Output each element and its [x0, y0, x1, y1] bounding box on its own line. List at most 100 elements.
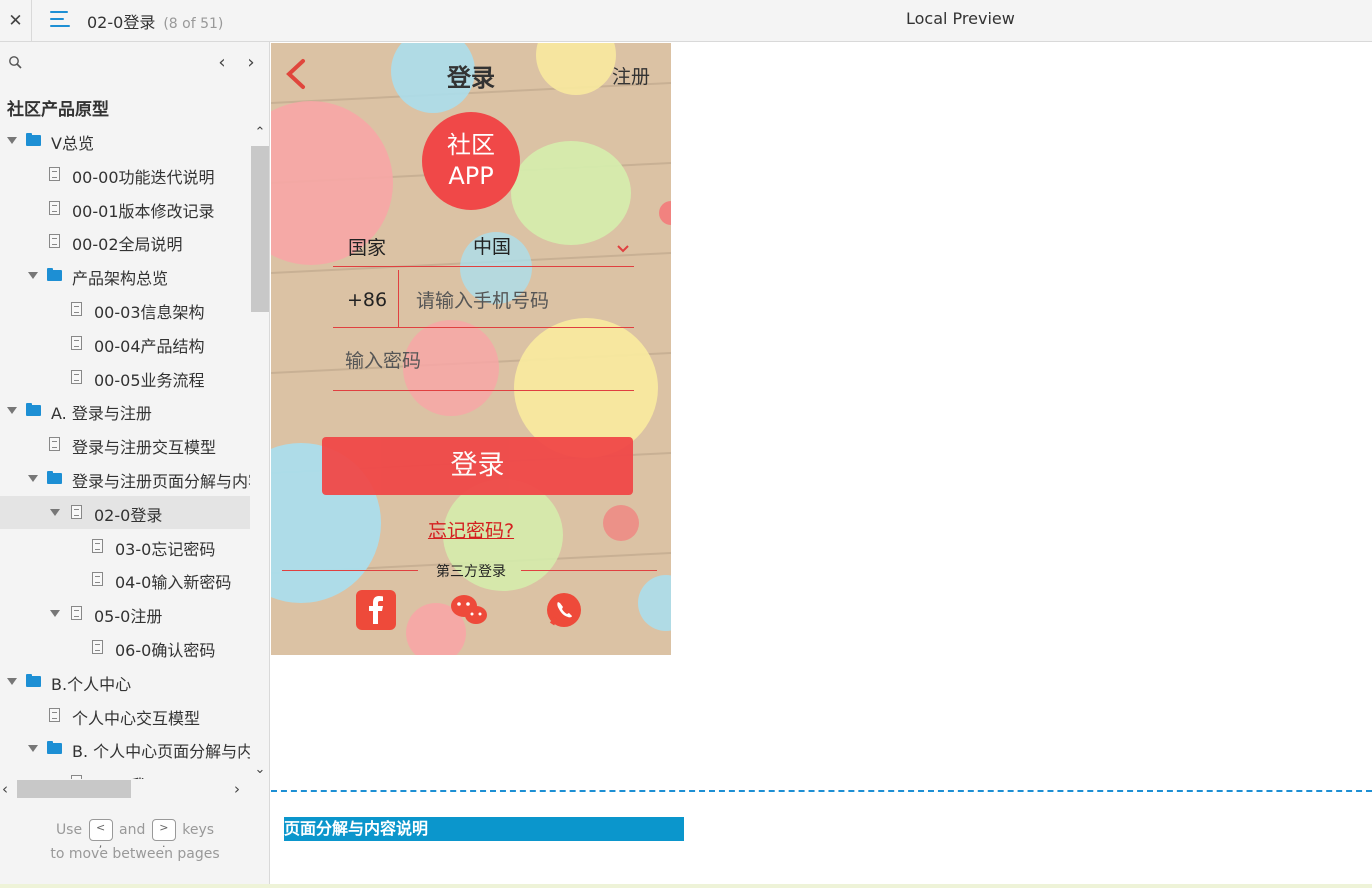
folder-icon [47, 471, 62, 484]
tree-page[interactable]: 00-01版本修改记录 [0, 192, 250, 225]
tree-page[interactable]: 00-04产品结构 [0, 327, 250, 360]
tree-page[interactable]: 00-05业务流程 [0, 361, 250, 394]
page-icon [71, 606, 82, 621]
tree-folder[interactable]: 产品架构总览 [0, 259, 250, 292]
tree-page[interactable]: 05-0注册 [0, 597, 250, 630]
expand-arrow-icon[interactable] [50, 508, 60, 516]
help-and: and [119, 822, 146, 838]
tree-page[interactable]: 06-0确认密码 [0, 631, 250, 664]
login-title: 登录 [447, 64, 495, 92]
page-icon [71, 302, 82, 316]
logo-line1: 社区 [447, 131, 495, 159]
tree-folder[interactable]: V总览 [0, 124, 250, 157]
expand-arrow-icon[interactable] [50, 610, 60, 618]
folder-icon [26, 133, 41, 146]
previous-page-button[interactable]: ‹ [214, 51, 230, 75]
page-title: 02-0登录 (8 of 51) [87, 9, 223, 33]
tree-page[interactable]: 04-0输入新密码 [0, 563, 250, 596]
tree-page[interactable]: 00-02全局说明 [0, 225, 250, 258]
close-icon[interactable]: ✕ [0, 0, 32, 41]
page-count: (8 of 51) [163, 16, 224, 32]
divider [333, 327, 634, 328]
tree-page[interactable]: 00-03信息架构 [0, 293, 250, 326]
expand-arrow-icon[interactable] [7, 407, 17, 415]
tree-item-label: B.个人中心 [51, 674, 132, 694]
scroll-right-icon[interactable]: › [234, 780, 240, 798]
expand-arrow-icon[interactable] [7, 137, 17, 144]
expand-arrow-icon[interactable] [28, 745, 38, 753]
tree-folder[interactable]: A. 登录与注册 [0, 394, 250, 427]
tree-page[interactable]: 02-0登录 [0, 495, 250, 529]
comma-key: < , [88, 819, 113, 850]
tree-item-label: 00-00功能迭代说明 [72, 167, 215, 187]
scroll-left-icon[interactable]: ‹ [2, 780, 8, 798]
tree-item-label: A. 登录与注册 [51, 404, 152, 424]
login-screen-mockup: 登录 注册 社区 APP 国家 中国 +86 登录 忘记密码? 第三方登录 [271, 43, 671, 655]
phone-input[interactable] [416, 284, 631, 318]
tree-folder[interactable]: B. 个人中心页面分解与内容说明 [0, 732, 250, 765]
logo-line2: APP [448, 162, 494, 190]
top-bar: ✕ 02-0登录 (8 of 51) Local Preview [0, 0, 1372, 42]
app-logo: 社区 APP [422, 112, 520, 210]
tree-page[interactable]: 04-1我 [0, 766, 250, 779]
next-page-button[interactable]: › [243, 51, 259, 75]
page-icon [92, 538, 103, 553]
expand-arrow-icon[interactable] [7, 677, 17, 685]
preview-label: Local Preview [906, 9, 1015, 28]
register-link[interactable]: 注册 [612, 62, 650, 89]
tree-item-label: 06-0确认密码 [115, 641, 216, 660]
search-icon[interactable] [8, 55, 24, 71]
expand-arrow-icon[interactable] [28, 475, 38, 482]
tree-page[interactable]: 登录与注册交互模型 [0, 428, 250, 461]
page-icon [49, 437, 60, 452]
page-icon [49, 707, 60, 722]
vertical-scrollbar[interactable]: ⌃ ⌄ [250, 124, 269, 779]
tree-folder[interactable]: B.个人中心 [0, 665, 250, 698]
tree-page[interactable]: 个人中心交互模型 [0, 699, 250, 732]
tree-item-label: 05-0注册 [94, 607, 163, 627]
section-divider [271, 790, 1372, 792]
divider [521, 570, 657, 571]
forgot-password-link[interactable]: 忘记密码? [271, 516, 671, 543]
folder-icon [47, 268, 62, 282]
scroll-up-icon[interactable]: ⌃ [254, 126, 266, 139]
tree-page[interactable]: 03-0忘记密码 [0, 530, 250, 563]
divider [333, 266, 634, 267]
country-select[interactable]: 中国 [471, 230, 636, 260]
phone-prefix: +86 [347, 289, 388, 311]
sitemap-sidebar: ‹ › 社区产品原型 V总览 00-00功能迭代说明 00-01版本修改记录 00-0… [0, 42, 270, 888]
facebook-icon[interactable] [356, 590, 396, 630]
chevron-down-icon [617, 245, 629, 253]
tree-item-label: 00-03信息架构 [94, 303, 205, 322]
page-icon [71, 335, 82, 350]
project-title: 社区产品原型 [7, 100, 109, 120]
tree-item-label: 登录与注册页面分解与内容说明 [72, 472, 250, 491]
tree-item-label: 00-05业务流程 [94, 370, 205, 390]
login-button[interactable]: 登录 [322, 437, 633, 495]
wechat-icon[interactable] [449, 590, 489, 630]
scroll-down-icon[interactable]: ⌄ [254, 763, 266, 776]
sitemap-toggle-icon[interactable] [48, 9, 72, 31]
section-title: 页面分解与内容说明 [284, 817, 684, 841]
phone-icon[interactable] [544, 590, 584, 630]
page-icon [49, 166, 60, 181]
tree-item-label: 04-0输入新密码 [115, 573, 232, 593]
divider [398, 270, 399, 327]
vertical-scroll-thumb[interactable] [251, 146, 269, 312]
tree-item-label: 03-0忘记密码 [115, 539, 216, 559]
tree-item-label: 个人中心交互模型 [72, 708, 201, 728]
expand-arrow-icon[interactable] [28, 272, 38, 280]
horizontal-scroll-thumb[interactable] [17, 780, 131, 798]
tree-folder[interactable]: 登录与注册页面分解与内容说明 [0, 462, 250, 495]
tree-page[interactable]: 00-00功能迭代说明 [0, 158, 250, 191]
bottom-strip [0, 884, 1372, 888]
tree-item-label: 04-1我 [94, 772, 146, 779]
tree-item-label: V总览 [51, 134, 94, 153]
page-tree: V总览 00-00功能迭代说明 00-01版本修改记录 00-02全局说明 产品架构总览… [0, 124, 250, 779]
page-icon [92, 572, 103, 587]
tree-item-label: 00-04产品结构 [94, 336, 205, 356]
folder-icon [26, 673, 41, 687]
password-input[interactable] [345, 344, 630, 378]
horizontal-scrollbar[interactable]: ‹ › [0, 779, 250, 799]
country-value: 中国 [473, 236, 512, 258]
